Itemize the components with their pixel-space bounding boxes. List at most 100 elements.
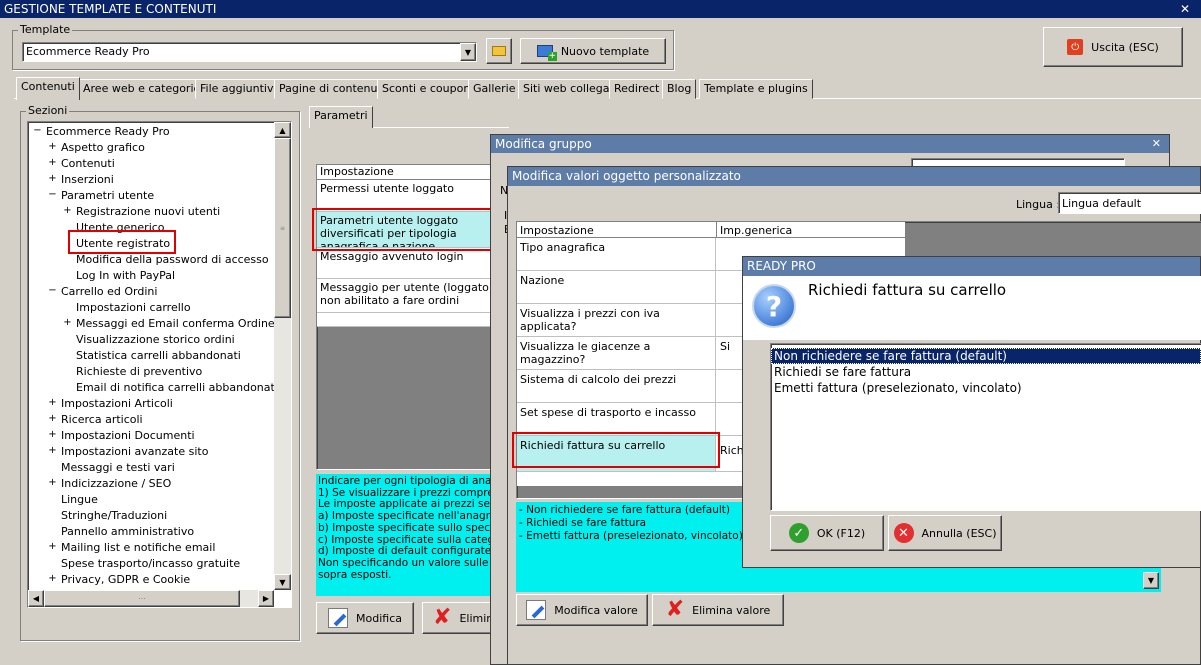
invoice-option[interactable]: Non richiedere se fare fattura (default): [771, 348, 1201, 364]
highlight-richiedi-fattura: [512, 432, 720, 468]
values-row-name: Tipo anagrafica: [517, 238, 716, 270]
description-line: Indicare per ogni tipologia di anagra: [318, 475, 496, 487]
scroll-right-button[interactable]: ▶: [258, 590, 274, 607]
delete-value-button[interactable]: ✘ Elimina valore: [652, 594, 784, 626]
scroll-up-button[interactable]: ▲: [274, 122, 291, 138]
tree-item[interactable]: Inserzioni: [61, 173, 114, 186]
tab-file-aggiuntivi[interactable]: File aggiuntivi: [195, 79, 282, 99]
params-row[interactable]: Messaggio avvenuto login: [317, 248, 495, 279]
tab-sconti-coupon[interactable]: Sconti e coupon: [377, 79, 476, 99]
params-description: Indicare per ogni tipologia di anagra 1) …: [316, 474, 496, 596]
add-window-icon: +: [536, 45, 557, 61]
main-title: GESTIONE TEMPLATE E CONTENUTI: [4, 2, 217, 16]
tree-expander[interactable]: −: [33, 125, 42, 136]
tree-expander[interactable]: +: [48, 541, 57, 552]
arrow-right-icon: ▶: [262, 594, 270, 603]
tab-blog[interactable]: Blog: [662, 79, 697, 99]
tree-item[interactable]: Registrazione nuovi utenti: [76, 205, 220, 218]
tree-expander[interactable]: +: [48, 413, 57, 424]
tree-expander[interactable]: +: [48, 445, 57, 456]
tree-item[interactable]: Messaggi ed Email conferma Ordine: [76, 317, 275, 330]
open-folder-button[interactable]: [486, 38, 512, 64]
sections-tree[interactable]: − Ecommerce Ready Pro + Aspetto grafico + Con…: [27, 121, 292, 608]
tree-item[interactable]: Carrello ed Ordini: [61, 285, 157, 298]
params-row[interactable]: Messaggio per utente (loggato) non abili…: [317, 279, 495, 313]
tree-expander[interactable]: +: [63, 205, 72, 216]
tree-expander[interactable]: +: [48, 573, 57, 584]
tree-item[interactable]: Ecommerce Ready Pro: [46, 125, 170, 138]
template-dropdown-button[interactable]: ▼: [460, 43, 476, 61]
invoice-option[interactable]: Richiedi se fare fattura: [771, 364, 1201, 380]
tab-parametri[interactable]: Parametri: [309, 106, 373, 128]
tree-item[interactable]: Stringhe/Traduzioni: [61, 509, 167, 522]
invoice-option[interactable]: Emetti fattura (preselezionato, vincolat…: [771, 380, 1201, 396]
tree-item[interactable]: Log In with PayPal: [76, 269, 175, 282]
tree-item[interactable]: Messaggi e testi vari: [61, 461, 175, 474]
tree-item[interactable]: Impostazioni avanzate sito: [61, 445, 208, 458]
tree-expander[interactable]: +: [48, 157, 57, 168]
group-dialog-close-icon[interactable]: ✕: [1152, 137, 1161, 150]
tree-item[interactable]: Parametri utente: [61, 189, 154, 202]
tree-item[interactable]: Impostazioni Documenti: [61, 429, 195, 442]
hscroll-thumb[interactable]: ⋯: [44, 590, 240, 607]
tree-item[interactable]: Ricerca articoli: [61, 413, 143, 426]
arrow-down-icon: ▼: [279, 577, 286, 587]
tree-item[interactable]: Impostazioni carrello: [76, 301, 191, 314]
ok-button[interactable]: ✓ OK (F12): [770, 515, 884, 551]
cancel-button[interactable]: ✕ Annulla (ESC): [888, 515, 1002, 551]
tree-item[interactable]: Richieste di preventivo: [76, 365, 202, 378]
new-template-label: Nuovo template: [560, 44, 650, 58]
tree-expander[interactable]: +: [48, 141, 57, 152]
values-desc-dropdown[interactable]: ▼: [1143, 572, 1159, 589]
main-title-bar: GESTIONE TEMPLATE E CONTENUTI: [0, 0, 1201, 18]
language-select[interactable]: Lingua default: [1058, 192, 1201, 214]
group-dialog-title-bar: Modifica gruppo: [491, 135, 1169, 153]
tree-item[interactable]: Impostazioni Articoli: [61, 397, 173, 410]
tree-item[interactable]: Email di notifica carrelli abbandonati: [76, 381, 278, 394]
edit-value-button[interactable]: Modifica valore: [516, 594, 648, 626]
highlight-utente-registrato: [68, 230, 176, 254]
params-edit-button[interactable]: Modifica: [316, 602, 414, 634]
tab-siti-web[interactable]: Siti web collegati: [518, 79, 622, 99]
tree-item[interactable]: Privacy, GDPR e Cookie: [61, 573, 190, 586]
new-template-button[interactable]: + Nuovo template: [520, 38, 666, 64]
tab-pagine-contenuti[interactable]: Pagine di contenuti: [274, 79, 390, 99]
tree-item[interactable]: Visualizzazione storico ordini: [76, 333, 235, 346]
tab-aree-web[interactable]: Aree web e categorie: [78, 79, 206, 99]
params-grid-header: Impostazione: [317, 165, 495, 180]
invoice-options-list[interactable]: Non richiedere se fare fattura (default)…: [770, 343, 1201, 511]
scroll-left-button[interactable]: ◀: [28, 590, 44, 607]
template-select[interactable]: Ecommerce Ready Pro: [22, 42, 477, 62]
exit-button[interactable]: ⏻ Uscita (ESC): [1043, 27, 1183, 67]
main-close-icon[interactable]: ✕: [1180, 2, 1190, 16]
tree-expander[interactable]: −: [48, 189, 57, 200]
tree-item[interactable]: Indicizzazione / SEO: [61, 477, 171, 490]
tree-expander[interactable]: +: [48, 477, 57, 488]
tree-item[interactable]: Lingue: [61, 493, 98, 506]
tree-item[interactable]: Modifica della password di accesso: [76, 253, 269, 266]
tree-expander[interactable]: +: [48, 173, 57, 184]
tree-item[interactable]: Statistica carrelli abbandonati: [76, 349, 241, 362]
tree-expander[interactable]: +: [48, 429, 57, 440]
tree-vscrollbar[interactable]: ▲ ≡ ▼: [274, 122, 291, 590]
tree-expander[interactable]: +: [63, 317, 72, 328]
tab-template-plugins[interactable]: Template e plugins: [699, 79, 813, 99]
col-setting-header: Impostazione: [520, 224, 594, 237]
template-select-value: Ecommerce Ready Pro: [26, 45, 150, 58]
tree-item[interactable]: Aspetto grafico: [61, 141, 145, 154]
chevron-down-icon: ▼: [1147, 576, 1155, 585]
tree-item[interactable]: Contenuti: [61, 157, 115, 170]
tree-expander[interactable]: +: [48, 397, 57, 408]
folder-icon: [492, 46, 506, 56]
tree-item[interactable]: Pannello amministrativo: [61, 525, 194, 538]
tab-redirect[interactable]: Redirect: [609, 79, 665, 99]
tree-expander[interactable]: −: [48, 285, 57, 296]
tree-hscrollbar[interactable]: ◀ ⋯ ▶: [28, 590, 274, 607]
tab-contenuti[interactable]: Contenuti: [16, 77, 80, 100]
tree-item[interactable]: Spese trasporto/incasso gratuite: [61, 557, 240, 570]
scroll-down-button[interactable]: ▼: [274, 574, 291, 590]
check-icon: ✓: [788, 523, 809, 543]
scroll-thumb[interactable]: ≡: [274, 138, 291, 318]
tree-item[interactable]: Mailing list e notifiche email: [61, 541, 215, 554]
tab-gallerie[interactable]: Gallerie: [468, 79, 521, 99]
